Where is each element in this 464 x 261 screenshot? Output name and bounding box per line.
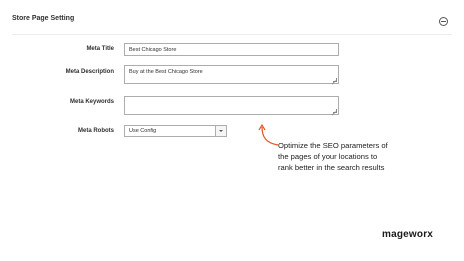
section-title: Store Page Setting <box>12 15 75 22</box>
seo-callout-text: Optimize the SEO parameters of the pages… <box>278 140 438 173</box>
resize-grip-icon[interactable] <box>333 109 337 113</box>
meta-description-textarea[interactable]: Buy at the Best Chicago Store <box>124 65 339 84</box>
resize-grip-icon[interactable] <box>333 78 337 82</box>
meta-keywords-textarea[interactable] <box>124 96 339 115</box>
callout-line: rank better in the search results <box>278 163 385 172</box>
meta-robots-label: Meta Robots <box>78 128 114 134</box>
chevron-down-icon[interactable] <box>215 126 226 136</box>
meta-title-input[interactable] <box>124 43 339 56</box>
header-divider <box>12 34 452 35</box>
callout-line: the pages of your locations to <box>278 152 378 161</box>
brand-logo: mageworx <box>382 229 434 240</box>
meta-title-label: Meta Title <box>86 46 114 52</box>
meta-description-label: Meta Description <box>65 69 114 75</box>
meta-description-value: Buy at the Best Chicago Store <box>129 69 203 75</box>
minus-circle-icon[interactable] <box>439 17 448 26</box>
meta-robots-select[interactable]: Use Config <box>124 125 227 137</box>
meta-robots-value: Use Config <box>129 128 157 134</box>
meta-keywords-label: Meta Keywords <box>69 99 114 105</box>
callout-line: Optimize the SEO parameters of <box>278 141 388 150</box>
